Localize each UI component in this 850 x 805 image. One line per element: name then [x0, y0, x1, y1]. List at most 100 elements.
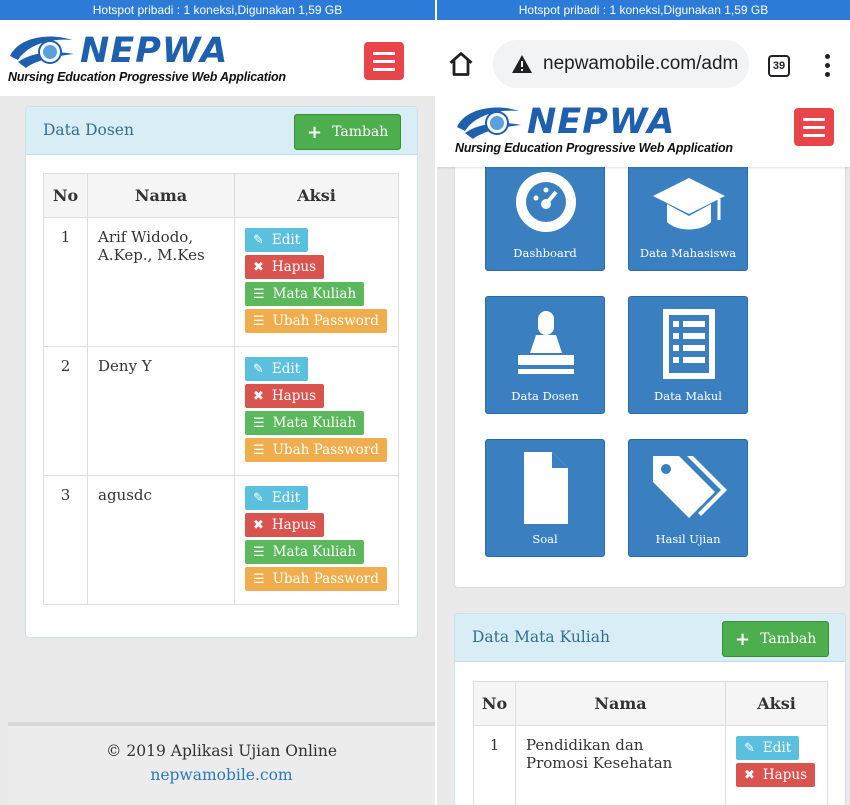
row-actions: ✎ Edit ✖ Hapus ☰ Mata Kuliah ☰ Ubah Password: [234, 346, 399, 476]
nepwa-emblem-icon: [10, 36, 74, 68]
table-header-row: No Nama Aksi: [43, 173, 399, 218]
list-alt-icon: [663, 309, 715, 379]
table-row: 3 agusdc ✎ Edit ✖ Hapus ☰ Mata Kuliah ☰ Ubah…: [43, 475, 399, 605]
close-icon: ✖: [744, 767, 755, 783]
more-menu-icon[interactable]: [825, 54, 831, 77]
tile-data-makul[interactable]: Data Makul: [628, 296, 748, 414]
dashboard-icon: [516, 172, 576, 232]
tile-soal[interactable]: Soal: [485, 439, 605, 557]
list-icon: ☰: [253, 415, 265, 431]
list-icon: ☰: [253, 313, 265, 329]
logo-wordmark: NEPWA: [80, 31, 229, 71]
right-screen: Hotspot pribadi : 1 koneksi,Digunakan 1,…: [437, 0, 850, 805]
status-bar: Hotspot pribadi : 1 koneksi,Digunakan 1,…: [437, 0, 850, 20]
edit-button[interactable]: ✎ Edit: [736, 736, 800, 760]
menu-toggle-button[interactable]: [364, 42, 404, 80]
footer-link[interactable]: nepwamobile.com: [8, 766, 435, 784]
logo-subtitle: Nursing Education Progressive Web Applic…: [455, 141, 733, 155]
menu-toggle-button[interactable]: [794, 108, 834, 146]
dosen-table: No Nama Aksi 1 Arif Widodo, A.Kep., M.Ke…: [43, 173, 399, 605]
plus-icon: +: [307, 121, 323, 143]
table-row: 1 Arif Widodo, A.Kep., M.Kes ✎ Edit ✖ Hapu…: [43, 217, 399, 347]
nepwa-emblem-icon: [457, 107, 521, 139]
row-nama: Pendidikan dan Promosi Kesehatan: [515, 725, 726, 805]
pencil-icon: ✎: [253, 361, 264, 377]
row-actions: ✎ Edit ✖ Hapus ☰ Mata Kuliah ☰ Ubah Password: [234, 217, 399, 347]
delete-button[interactable]: ✖ Hapus: [245, 384, 324, 408]
mata-kuliah-button[interactable]: ☰ Mata Kuliah: [245, 540, 365, 564]
box-header: Data Dosen + Tambah: [26, 107, 417, 155]
table-row: 2 Deny Y ✎ Edit ✖ Hapus ☰ Mata Kuliah ☰ Ubah…: [43, 346, 399, 476]
graduation-cap-icon: [653, 178, 725, 230]
col-no: No: [43, 173, 88, 218]
add-mata-kuliah-button[interactable]: + Tambah: [722, 621, 830, 657]
logo-subtitle: Nursing Education Progressive Web Applic…: [8, 70, 286, 84]
site-header: NEPWA Nursing Education Progressive Web …: [0, 20, 435, 96]
close-icon: ✖: [253, 259, 264, 275]
pencil-icon: ✎: [253, 232, 264, 248]
row-nama: agusdc: [87, 475, 235, 605]
copyright-text: © 2019 Aplikasi Ujian Online: [105, 742, 338, 760]
site-logo[interactable]: NEPWA Nursing Education Progressive Web …: [455, 103, 733, 155]
hamburger-icon: [803, 117, 825, 121]
row-actions: ✎ Edit ✖ Hapus ☰ Mata Kuliah ☰ Ubah Password: [234, 475, 399, 605]
delete-button[interactable]: ✖ Hapus: [736, 763, 815, 787]
tile-data-dosen[interactable]: Data Dosen: [485, 296, 605, 414]
home-icon[interactable]: [447, 50, 475, 78]
list-icon: ☰: [253, 442, 265, 458]
data-dosen-box: Data Dosen + Tambah No Nama Aksi 1 Arif …: [25, 106, 418, 638]
row-no: 1: [473, 725, 516, 805]
row-nama: Deny Y: [87, 346, 235, 476]
change-password-button[interactable]: ☰ Ubah Password: [245, 438, 387, 462]
pencil-icon: ✎: [253, 490, 264, 506]
edit-button[interactable]: ✎ Edit: [245, 486, 309, 510]
row-no: 3: [43, 475, 88, 605]
add-dosen-button[interactable]: + Tambah: [294, 114, 402, 150]
col-nama: Nama: [87, 173, 235, 218]
warning-icon: [512, 55, 532, 73]
mata-kuliah-button[interactable]: ☰ Mata Kuliah: [245, 411, 365, 435]
edit-button[interactable]: ✎ Edit: [245, 357, 309, 381]
tile-data-mahasiswa[interactable]: Data Mahasiswa: [628, 153, 748, 271]
table-header-row: No Nama Aksi: [473, 681, 828, 726]
edit-button[interactable]: ✎ Edit: [245, 228, 309, 252]
row-actions: ✎ Edit ✖ Hapus: [725, 725, 828, 805]
close-icon: ✖: [253, 517, 264, 533]
status-bar: Hotspot pribadi : 1 koneksi,Digunakan 1,…: [0, 0, 435, 20]
row-nama: Arif Widodo, A.Kep., M.Kes: [87, 217, 235, 347]
col-aksi: Aksi: [234, 173, 399, 218]
site-logo[interactable]: NEPWA Nursing Education Progressive Web …: [8, 32, 286, 84]
row-no: 1: [43, 217, 88, 347]
box-title: Data Mata Kuliah: [472, 628, 610, 646]
left-screen: Hotspot pribadi : 1 koneksi,Digunakan 1,…: [0, 0, 435, 805]
plus-icon: +: [735, 628, 751, 650]
list-icon: ☰: [253, 571, 265, 587]
delete-button[interactable]: ✖ Hapus: [245, 513, 324, 537]
data-mata-kuliah-box: Data Mata Kuliah + Tambah No Nama Aksi 1…: [454, 613, 846, 805]
list-icon: ☰: [253, 544, 265, 560]
stamp-icon: [518, 311, 574, 374]
address-bar[interactable]: nepwamobile.com/adm: [493, 40, 749, 88]
mata-kuliah-button[interactable]: ☰ Mata Kuliah: [245, 282, 365, 306]
col-nama: Nama: [515, 681, 726, 726]
file-icon: [524, 452, 568, 524]
browser-toolbar: nepwamobile.com/adm 39: [437, 20, 850, 95]
site-footer: © 2019 Aplikasi Ujian Online nepwamobile…: [8, 722, 435, 805]
table-row: 1 Pendidikan dan Promosi Kesehatan ✎ Edit…: [473, 725, 828, 805]
hamburger-icon: [373, 51, 395, 55]
row-no: 2: [43, 346, 88, 476]
tab-switcher-button[interactable]: 39: [768, 55, 790, 77]
tile-hasil-ujian[interactable]: Hasil Ujian: [628, 439, 748, 557]
pencil-icon: ✎: [744, 740, 755, 756]
list-icon: ☰: [253, 286, 265, 302]
col-aksi: Aksi: [725, 681, 828, 726]
tile-dashboard[interactable]: Dashboard: [485, 153, 605, 271]
site-header: NEPWA Nursing Education Progressive Web …: [437, 95, 850, 167]
delete-button[interactable]: ✖ Hapus: [245, 255, 324, 279]
box-header: Data Mata Kuliah + Tambah: [455, 614, 845, 662]
change-password-button[interactable]: ☰ Ubah Password: [245, 309, 387, 333]
logo-wordmark: NEPWA: [527, 102, 676, 142]
mata-kuliah-table: No Nama Aksi 1 Pendidikan dan Promosi Ke…: [473, 681, 828, 805]
box-title: Data Dosen: [43, 121, 134, 139]
change-password-button[interactable]: ☰ Ubah Password: [245, 567, 387, 591]
